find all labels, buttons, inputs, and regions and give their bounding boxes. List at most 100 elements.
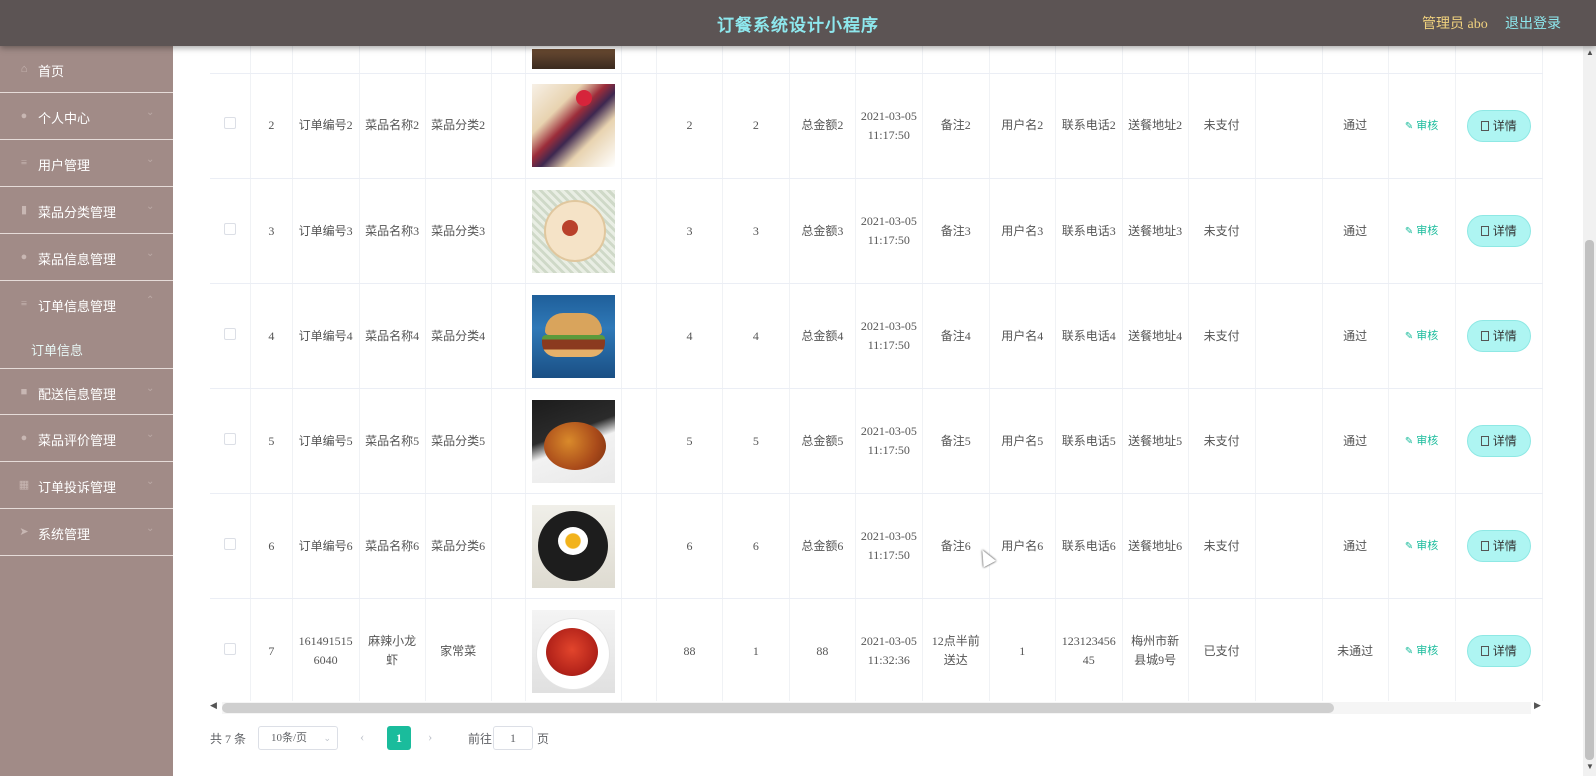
document-icon [1480,120,1489,131]
empty-cell [491,283,527,389]
scroll-right-icon[interactable]: ▶ [1534,700,1541,711]
dish-icon: ● [20,251,28,263]
audit-button[interactable]: ✎ 审核 [1405,645,1438,657]
cell-phone: 12312345645 [1055,598,1123,701]
submenu-item-label: 订单信息 [31,343,84,358]
table-row: 4 订单编号4 菜品名称4 菜品分类4 4 4 总金额4 2021-03-05 11:17:5… [210,283,1543,389]
cell-id: 3 [250,178,293,284]
cell-status: 通过 [1322,493,1389,599]
empty-cell [621,388,657,494]
detail-cell: 详情 [1455,178,1543,284]
cell-category: 菜品分类2 [425,73,492,179]
goto-page-input[interactable] [493,726,533,750]
document-icon [1480,226,1489,236]
sidebar-item-dish-info[interactable]: ● 菜品信息管理 ⌄ [0,234,173,281]
row-checkbox[interactable] [224,222,237,235]
cell-price: 2 [656,73,723,179]
detail-button[interactable]: 详情 [1466,635,1531,667]
cell-dish: 菜品名称3 [359,178,426,284]
audit-cell: ✎ 审核 [1388,493,1456,599]
document-icon [1480,331,1489,341]
cell-user: 用户名4 [989,283,1056,389]
row-checkbox-cell [210,178,252,284]
submenu-item-order-info[interactable]: 订单信息 [0,328,173,368]
dish-image-cell [525,598,623,701]
detail-cell: 详情 [1455,283,1543,389]
vertical-scrollbar[interactable]: ▲ ▼ [1583,46,1596,776]
cell-order-no: 1614915156040 [292,598,360,701]
sidebar-item-user-management[interactable]: ≡ 用户管理 ⌄ [0,140,173,187]
dish-image-cell [525,493,623,599]
cell-total: 88 [789,598,856,701]
sidebar-item-complaint[interactable]: ▦ 订单投诉管理 ⌄ [0,462,173,509]
audit-button[interactable]: ✎ 审核 [1405,225,1438,237]
empty-cell [621,73,657,179]
cell-order-no: 订单编号6 [292,493,360,599]
page-number-active[interactable]: 1 [387,726,411,750]
row-checkbox[interactable] [224,432,237,445]
logout-link[interactable]: 退出登录 [1505,13,1561,33]
prev-page-icon[interactable]: ‹ [360,729,364,745]
row-checkbox[interactable] [224,537,237,550]
cell-category: 菜品分类5 [425,388,492,494]
cell-pay: 未支付 [1188,283,1256,389]
audit-button[interactable]: ✎ 审核 [1405,540,1438,552]
detail-button[interactable]: 详情 [1466,109,1531,142]
sidebar-item-delivery[interactable]: ■ 配送信息管理 ⌄ [0,368,173,415]
cell-address: 送餐地址6 [1122,493,1189,599]
page-size-select[interactable]: 10条/页 ⌄ [258,726,338,750]
audit-button[interactable]: ✎ 审核 [1405,330,1438,342]
row-checkbox[interactable] [224,117,237,130]
sidebar-item-label: 菜品信息管理 [38,252,117,267]
scroll-thumb[interactable] [1585,240,1594,760]
row-checkbox[interactable] [224,642,237,655]
audit-button[interactable]: ✎ 审核 [1405,435,1438,447]
sidebar-item-label: 配送信息管理 [38,387,117,402]
chevron-down-icon: ⌄ [146,523,155,534]
main-content: 2 订单编号2 菜品名称2 菜品分类2 2 2 总金额2 2021-03-05 11:17:5… [173,46,1583,776]
cell-status: 通过 [1322,73,1389,179]
row-checkbox-cell [210,73,252,179]
sidebar-item-order-info[interactable]: ≡ 订单信息管理 ⌃ [0,281,173,328]
sidebar-item-dish-category[interactable]: ▮ 菜品分类管理 ⌄ [0,187,173,234]
empty-cell [491,73,527,179]
audit-button[interactable]: ✎ 审核 [1405,120,1438,132]
horizontal-scrollbar[interactable]: ◀ ▶ [210,700,1543,714]
sidebar-item-personal-center[interactable]: ● 个人中心 ⌄ [0,93,173,140]
user-icon: ● [20,110,28,122]
scroll-down-icon[interactable]: ▼ [1586,762,1594,771]
detail-label: 详情 [1492,434,1517,448]
row-checkbox[interactable] [224,327,237,340]
detail-button[interactable]: 详情 [1466,425,1531,457]
cell-category: 菜品分类3 [425,178,492,284]
cell-price: 88 [656,598,723,701]
scroll-up-icon[interactable]: ▲ [1586,48,1594,57]
detail-button[interactable]: 详情 [1466,320,1531,352]
detail-button[interactable]: 详情 [1466,215,1531,247]
cell-id: 7 [250,598,293,701]
next-page-icon[interactable]: › [428,729,432,745]
cell-qty: 5 [722,388,790,494]
cell-user: 用户名6 [989,493,1056,599]
audit-cell: ✎ 审核 [1388,73,1456,179]
app-title: 订餐系统设计小程序 [717,16,879,35]
cell-order-no: 订单编号3 [292,178,360,284]
detail-button[interactable]: 详情 [1466,530,1531,562]
sidebar-item-home[interactable]: ⌂ 首页 [0,46,173,93]
cell-id: 4 [250,283,293,389]
chevron-down-icon: ⌄ [323,733,331,743]
cell-address: 梅州市新县城9号 [1122,598,1189,701]
cell-category: 家常菜 [425,598,492,701]
dish-image [532,504,616,588]
dish-image [532,84,616,168]
cell-qty: 6 [722,493,790,599]
sidebar-item-system[interactable]: ➤ 系统管理 ⌄ [0,509,173,556]
sidebar-item-dish-review[interactable]: ● 菜品评价管理 ⌄ [0,415,173,462]
dish-image [532,49,616,70]
cell-phone: 联系电话6 [1055,493,1123,599]
scroll-left-icon[interactable]: ◀ [210,700,217,711]
scroll-thumb[interactable] [222,703,1334,713]
audit-label: 审核 [1416,225,1439,237]
chevron-down-icon: ⌄ [146,248,155,259]
detail-label: 详情 [1492,329,1517,343]
